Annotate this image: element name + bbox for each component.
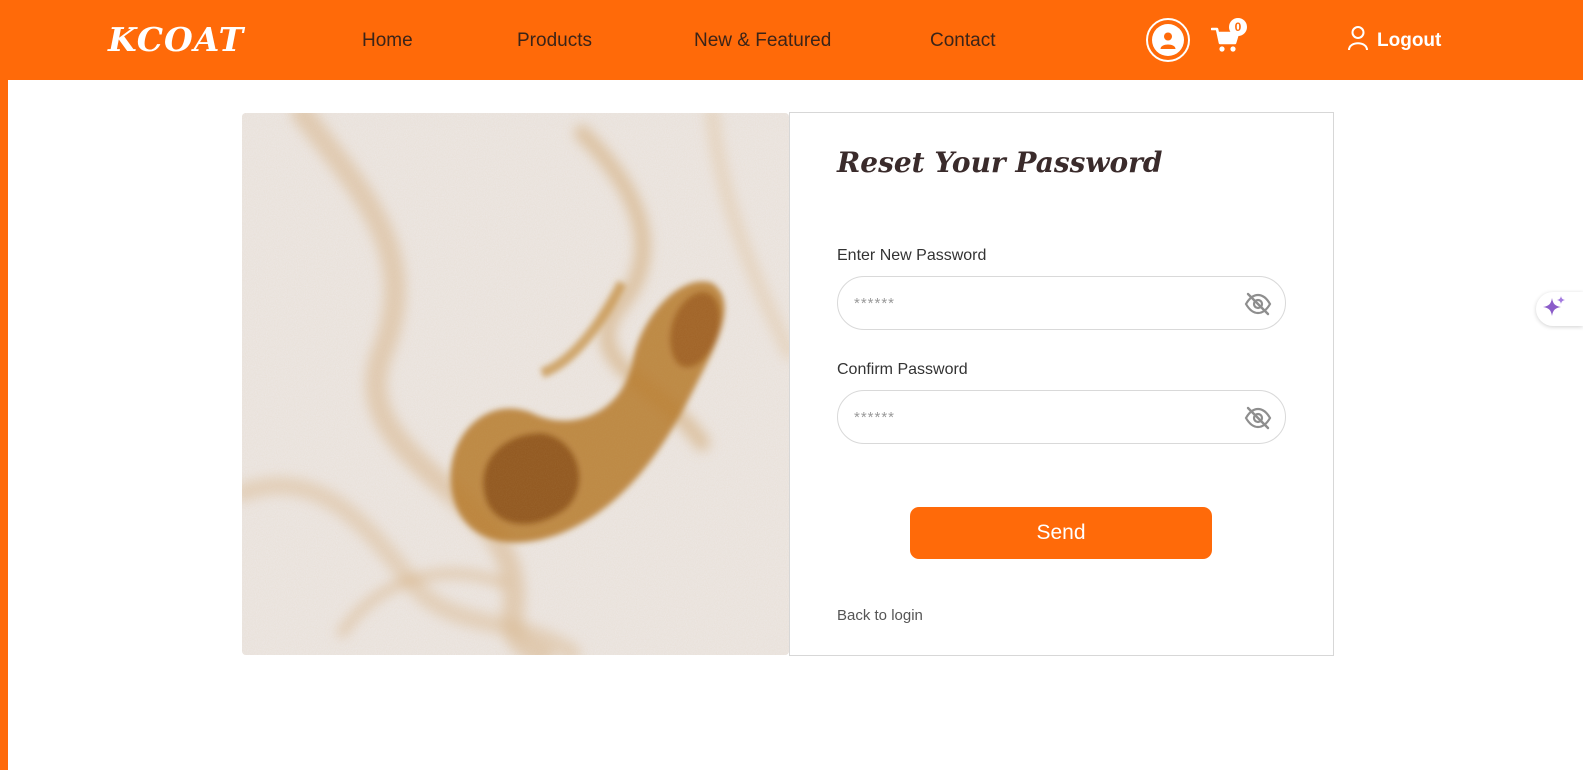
back-to-login-link[interactable]: Back to login bbox=[837, 607, 923, 624]
sparkle-icon bbox=[1542, 295, 1566, 324]
eye-slash-icon[interactable] bbox=[1244, 292, 1272, 316]
logout-button[interactable]: Logout bbox=[1347, 25, 1442, 57]
logout-label: Logout bbox=[1377, 30, 1442, 51]
nav-link-home[interactable]: Home bbox=[362, 29, 413, 53]
page-left-border bbox=[0, 0, 8, 770]
nav-link-new-featured[interactable]: New & Featured bbox=[694, 29, 831, 53]
user-account-button[interactable] bbox=[1146, 18, 1190, 62]
decorative-gold-swirl-image bbox=[242, 113, 789, 655]
assistant-launcher-button[interactable] bbox=[1536, 292, 1583, 326]
brand-logo[interactable]: KCOAT bbox=[108, 20, 244, 60]
confirm-password-field bbox=[837, 390, 1286, 444]
page-title: Reset Your Password bbox=[837, 146, 1163, 179]
new-password-field bbox=[837, 276, 1286, 330]
cart-count-badge: 0 bbox=[1229, 18, 1247, 36]
reset-password-card: Reset Your Password Enter New Password C… bbox=[789, 112, 1334, 656]
eye-slash-icon[interactable] bbox=[1244, 406, 1272, 430]
user-circle-icon bbox=[1152, 24, 1184, 56]
nav-link-contact[interactable]: Contact bbox=[930, 29, 995, 53]
top-navbar: KCOAT Home Products New & Featured Conta… bbox=[0, 0, 1583, 80]
send-button[interactable]: Send bbox=[910, 507, 1212, 559]
nav-link-products[interactable]: Products bbox=[517, 29, 592, 53]
confirm-password-label: Confirm Password bbox=[837, 361, 968, 378]
confirm-password-input[interactable] bbox=[854, 391, 1234, 443]
new-password-label: Enter New Password bbox=[837, 247, 987, 264]
new-password-input[interactable] bbox=[854, 277, 1234, 329]
user-outline-icon bbox=[1347, 25, 1369, 57]
